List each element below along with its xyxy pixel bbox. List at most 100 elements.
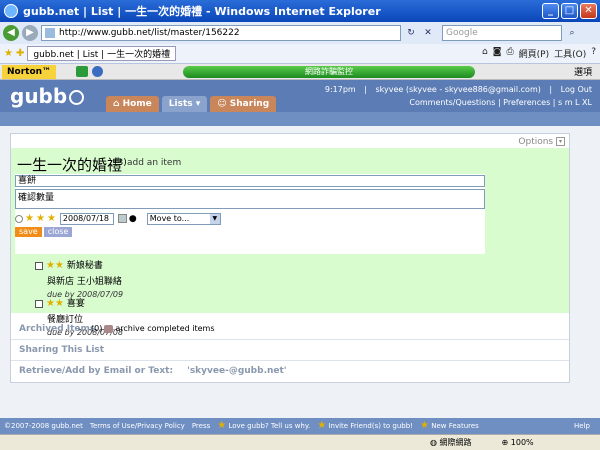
- logout-link[interactable]: Log Out: [561, 85, 592, 94]
- item-title-field[interactable]: 喜餅: [15, 175, 485, 187]
- clear-date-icon[interactable]: ●: [129, 214, 137, 224]
- list-title: 一生一次的婚禮: [17, 156, 123, 174]
- header-links[interactable]: Comments/Questions | Preferences | s m L…: [325, 96, 592, 109]
- footer: ©2007-2008 gubb.net Terms of Use/Privacy…: [0, 418, 600, 434]
- header-band: [0, 112, 600, 126]
- forward-icon[interactable]: ▶: [22, 25, 38, 41]
- divider: [11, 339, 569, 340]
- page-viewport: gubb 9:17pm | skyvee (skyvee - skyvee886…: [0, 80, 600, 434]
- press-link[interactable]: Press: [192, 422, 210, 430]
- options-menu[interactable]: Options ▾: [518, 137, 565, 147]
- help-menu[interactable]: ?: [591, 47, 596, 60]
- zoom-icon: ⊕: [501, 438, 511, 447]
- clock-icon[interactable]: [15, 214, 23, 223]
- refresh-icon[interactable]: ↻: [404, 26, 418, 40]
- logo-ball-icon: [69, 90, 85, 105]
- item-editor: 喜餅 確認數量 ★ ★ ★ 2008/07/18 ● Move to... ▼ s…: [15, 174, 485, 254]
- tab-sharing[interactable]: ☺ Sharing: [210, 96, 277, 112]
- window-titlebar: gubb.net | List | 一生一次的婚禮 - Windows Inte…: [0, 0, 600, 22]
- logo-text: gubb: [10, 84, 68, 108]
- gubb-header: gubb 9:17pm | skyvee (skyvee - skyvee886…: [0, 80, 600, 112]
- norton-options[interactable]: 選項: [574, 65, 592, 78]
- back-icon[interactable]: ◀: [3, 25, 19, 41]
- priority-star-icon[interactable]: ★: [25, 213, 34, 224]
- move-to-value: Move to...: [149, 213, 190, 223]
- star-icon: ★★: [46, 260, 64, 271]
- norton-safe-icon[interactable]: [76, 66, 89, 77]
- tab-gubb-list[interactable]: gubb.net | List | 一生一次的婚禮: [27, 46, 177, 61]
- calendar-icon[interactable]: [117, 214, 127, 223]
- zoom-level: 100%: [510, 438, 534, 447]
- favorites-star-icon[interactable]: ★: [4, 48, 13, 59]
- love-link-label: Love gubb? Tell us why.: [228, 422, 311, 430]
- help-link[interactable]: Help: [574, 422, 590, 430]
- window-title: gubb.net | List | 一生一次的婚禮 - Windows Inte…: [23, 5, 381, 18]
- tab-home[interactable]: ⌂ Home: [106, 96, 159, 112]
- feeds-icon[interactable]: ◙: [493, 47, 502, 60]
- minimize-button[interactable]: _: [542, 3, 559, 19]
- item-title[interactable]: 新娘秘書: [67, 261, 103, 271]
- options-label: Options: [518, 137, 554, 147]
- address-bar[interactable]: http://www.gubb.net/list/master/156222: [41, 25, 401, 41]
- print-icon[interactable]: ⎙: [506, 47, 513, 60]
- zoom-control[interactable]: ⊕ 100%: [502, 438, 534, 447]
- priority-star-icon[interactable]: ★: [47, 213, 56, 224]
- tools-menu[interactable]: 工具(O): [554, 47, 586, 60]
- item-checkbox[interactable]: [35, 261, 43, 270]
- new-features-link[interactable]: ★ New Features: [420, 421, 479, 431]
- email-address: 'skyvee-@gubb.net': [187, 366, 287, 376]
- archived-items-link[interactable]: Archived Items: [19, 324, 95, 334]
- close-window-button[interactable]: ✕: [580, 3, 597, 19]
- close-button[interactable]: close: [43, 227, 73, 237]
- invite-link[interactable]: ★ Invite Friend(s) to gubb!: [317, 421, 413, 431]
- tab-label: gubb.net | List | 一生一次的婚禮: [33, 50, 171, 60]
- maximize-button[interactable]: □: [561, 3, 578, 19]
- select-arrow-icon: ▼: [209, 213, 220, 224]
- item-notes-field[interactable]: 確認數量: [15, 189, 485, 209]
- list-item: ★★ 新娘秘書 與新店 王小姐聯絡 due by 2008/07/09: [35, 258, 123, 299]
- gubb-logo[interactable]: gubb: [10, 84, 85, 108]
- save-button[interactable]: save: [15, 227, 42, 237]
- email-text-row: Retrieve/Add by Email or Text: 'skyvee-@g…: [19, 366, 287, 376]
- due-date-field[interactable]: 2008/07/18: [59, 212, 114, 225]
- archive-icon: [104, 324, 114, 333]
- address-row: ◀ ▶ http://www.gubb.net/list/master/1562…: [0, 22, 600, 44]
- list-area: 一生一次的婚禮 (3) add an item 喜餅 確認數量 ★ ★ ★ 20…: [11, 148, 569, 337]
- tab-lists[interactable]: Lists ▾: [161, 96, 208, 112]
- stop-icon[interactable]: ✕: [421, 26, 435, 40]
- page-icon: [45, 28, 55, 38]
- item-checkbox[interactable]: [35, 299, 43, 308]
- archive-row: (0) archive completed items: [91, 324, 214, 333]
- globe-icon[interactable]: [92, 66, 104, 77]
- archive-completed-link[interactable]: archive completed items: [115, 324, 214, 333]
- address-url: http://www.gubb.net/list/master/156222: [59, 28, 240, 38]
- search-icon[interactable]: ⌕: [565, 26, 579, 40]
- add-item-link[interactable]: add an item: [127, 158, 181, 168]
- love-link[interactable]: ★ Love gubb? Tell us why.: [217, 421, 310, 431]
- search-input[interactable]: Google: [442, 25, 562, 41]
- norton-toolbar: Norton™ 網路詐騙監控 選項: [0, 64, 600, 80]
- divider: [11, 360, 569, 361]
- page-menu[interactable]: 網頁(P): [519, 47, 549, 60]
- norton-logo[interactable]: Norton™: [2, 64, 57, 79]
- email-label: Retrieve/Add by Email or Text:: [19, 366, 174, 376]
- options-dropdown-icon: ▾: [556, 137, 565, 146]
- priority-star-icon[interactable]: ★: [36, 213, 45, 224]
- move-to-select[interactable]: Move to... ▼: [146, 212, 221, 225]
- clock-time: 9:17pm: [324, 85, 356, 94]
- home-icon[interactable]: ⌂: [482, 47, 488, 60]
- sharing-list-link[interactable]: Sharing This List: [19, 345, 104, 355]
- item-note: 與新店 王小姐聯絡: [47, 277, 122, 287]
- item-title[interactable]: 喜宴: [67, 299, 85, 309]
- zone-label: 網際網路: [439, 438, 472, 447]
- new-features-label: New Features: [431, 422, 479, 430]
- globe-icon: ◍: [430, 438, 440, 447]
- home-tab-icon: ⌂: [113, 99, 123, 109]
- list-count: (3): [114, 158, 127, 168]
- phishing-monitor-bar[interactable]: 網路詐騙監控: [183, 65, 476, 78]
- terms-link[interactable]: Terms of Use/Privacy Policy: [90, 422, 185, 430]
- list-card: Options ▾ 一生一次的婚禮 (3) add an item 喜餅 確認數…: [10, 133, 570, 383]
- status-bar: ◍ 網際網路 ⊕ 100%: [0, 434, 600, 450]
- add-favorites-icon[interactable]: ✚: [16, 48, 24, 59]
- star-icon: ★: [420, 420, 429, 431]
